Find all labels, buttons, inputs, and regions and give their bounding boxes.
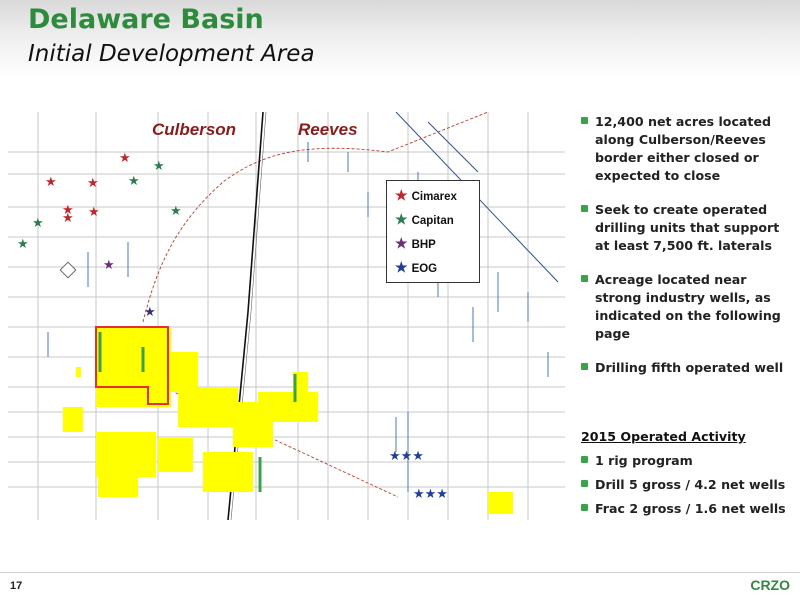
legend-item-eog: ★ EOG [395,259,437,276]
bullet-item: Drill 5 gross / 4.2 net wells [581,476,791,494]
slide-header: Delaware Basin Initial Development Area [0,0,800,78]
legend-item-capitan: ★ Capitan [395,211,454,228]
company-logo: CRZO [750,577,790,593]
well-markers: ★ ★ ★ ★ ★ ★ ★ ★ ★ ★ ★ ★ ★ ★★★ ★★★ [8,112,565,520]
legend-label: BHP [411,239,436,251]
bullet-item: Frac 2 gross / 1.6 net wells [581,500,791,518]
star-icon: ★ [45,174,57,189]
star-icon: ★ [32,215,44,230]
bullet-icon [581,275,588,282]
legend-label: Capitan [411,215,454,227]
star-icon: ★ [62,210,74,225]
star-icon: ★ [144,304,156,319]
map-legend: ★ Cimarex ★ Capitan ★ BHP ★ EOG [386,180,480,283]
slide-subtitle: Initial Development Area [28,41,315,67]
star-icon: ★ [153,158,165,173]
bullet-text: Drilling fifth operated well [595,360,784,375]
bullet-text: Drill 5 gross / 4.2 net wells [595,477,786,492]
basin-map: Culberson Reeves ★ ★ ★ ★ ★ ★ ★ ★ ★ ★ ★ ★… [8,112,565,520]
star-icon: ★★★ [389,448,424,463]
star-icon: ★ [119,150,131,165]
star-icon: ★ [88,204,100,219]
bullet-item: Drilling fifth operated well [581,359,791,377]
star-icon: ★ [170,203,182,218]
legend-item-bhp: ★ BHP [395,235,436,252]
bullet-item: Seek to create operated drilling units t… [581,201,791,255]
slide-title: Delaware Basin [28,4,264,35]
bullet-icon [581,205,588,212]
legend-item-cimarex: ★ Cimarex [395,187,457,204]
page-number: 17 [10,580,23,592]
bullet-icon [581,504,588,511]
bullet-text: Frac 2 gross / 1.6 net wells [595,501,786,516]
footer-divider [0,572,800,573]
star-icon: ★ [395,187,408,203]
star-icon: ★ [395,235,408,251]
diamond-icon [59,261,77,279]
activity-heading: 2015 Operated Activity [581,429,746,444]
legend-label: Cimarex [411,191,457,203]
bullet-text: 1 rig program [595,453,693,468]
bullet-icon [581,456,588,463]
bullet-text: 12,400 net acres located along Culberson… [595,114,771,183]
legend-label: EOG [411,263,438,275]
star-icon: ★★★ [413,486,448,501]
star-icon: ★ [395,259,408,275]
star-icon: ★ [17,236,29,251]
bullet-icon [581,480,588,487]
star-icon: ★ [103,257,115,272]
bullet-item: 1 rig program [581,452,791,470]
bullet-text: Seek to create operated drilling units t… [595,202,780,253]
bullet-icon [581,117,588,124]
bullet-text: Acreage located near strong industry wel… [595,272,781,341]
bullet-item: Acreage located near strong industry wel… [581,271,791,343]
star-icon: ★ [87,175,99,190]
activity-list: 1 rig program Drill 5 gross / 4.2 net we… [581,452,791,524]
bullet-item: 12,400 net acres located along Culberson… [581,113,791,185]
bullet-list: 12,400 net acres located along Culberson… [581,113,791,393]
bullet-icon [581,363,588,370]
star-icon: ★ [395,211,408,227]
star-icon: ★ [128,173,140,188]
